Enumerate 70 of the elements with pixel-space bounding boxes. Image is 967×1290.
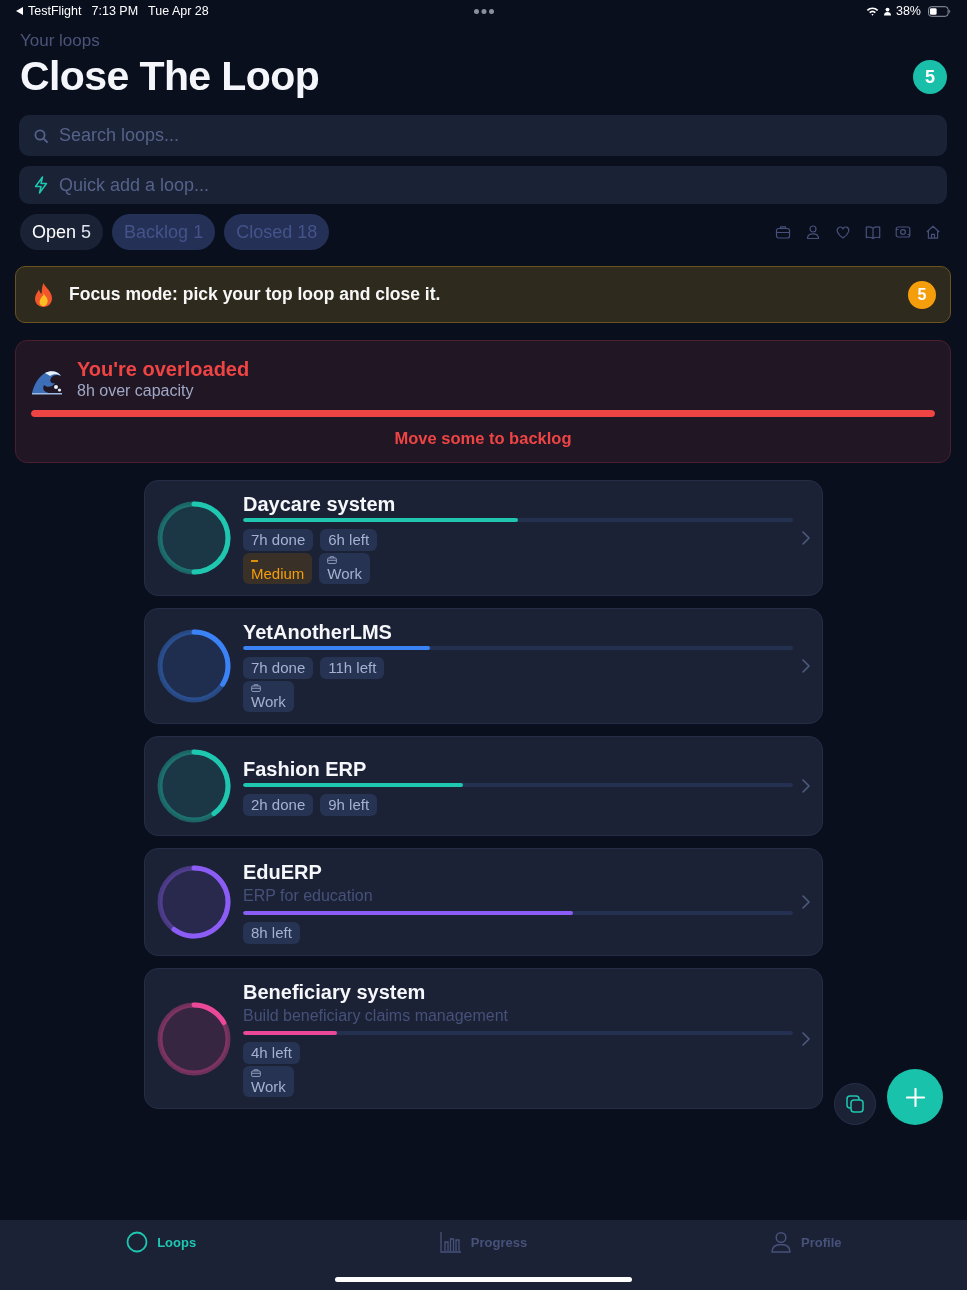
- book-icon[interactable]: [865, 224, 881, 240]
- page-title: Close The Loop: [20, 52, 320, 100]
- search-icon: [34, 129, 48, 143]
- briefcase-icon: [251, 1069, 261, 1077]
- loop-card[interactable]: Beneficiary system Build beneficiary claims management 4h left Work: [144, 968, 823, 1109]
- loop-name: Beneficiary system: [243, 980, 427, 1004]
- hours-chip: 7h done: [243, 529, 314, 551]
- more-dots-icon[interactable]: [473, 8, 494, 14]
- heart-icon[interactable]: [835, 224, 851, 240]
- filter-tab[interactable]: Open 5: [20, 214, 104, 250]
- hours-chip: 8h left: [243, 922, 300, 944]
- category-label: Work: [251, 1078, 286, 1095]
- overload-title: You're overloaded: [77, 357, 250, 381]
- lightning-icon: [34, 176, 48, 194]
- status-time: 7:13 PM: [91, 4, 139, 18]
- dash-icon: [251, 560, 258, 562]
- chevron-right-icon: [802, 779, 810, 793]
- loop-name: YetAnotherLMS: [243, 620, 393, 644]
- hours-chip: 6h left: [320, 529, 378, 551]
- loop-card[interactable]: Fashion ERP 2h done 9h left: [144, 736, 823, 836]
- battery-icon: [928, 5, 951, 17]
- wifi-icon: [865, 6, 879, 16]
- loop-card[interactable]: YetAnotherLMS 7h done 11h left Work: [144, 608, 823, 724]
- hours-chip: 2h done: [243, 793, 314, 816]
- hours-chip: 7h done: [243, 657, 314, 679]
- loop-name: EduERP: [243, 860, 323, 884]
- person-icon: [883, 6, 891, 16]
- copy-icon: [846, 1095, 864, 1113]
- back-arrow-icon[interactable]: [16, 7, 23, 15]
- bar-chart-icon: [439, 1231, 462, 1253]
- move-to-backlog-button[interactable]: Move some to backlog: [394, 428, 572, 448]
- count-badge: 5: [908, 280, 936, 309]
- briefcase-icon: [327, 556, 338, 564]
- status-date: Tue Apr 28: [148, 4, 209, 18]
- overload-detail: 8h over capacity: [77, 381, 195, 401]
- person-icon[interactable]: [805, 224, 821, 240]
- circle-icon: [126, 1231, 149, 1253]
- home-icon[interactable]: [925, 224, 941, 240]
- page-subtitle: Your loops: [20, 30, 101, 52]
- hours-chip: 11h left: [320, 657, 385, 679]
- loop-name: Fashion ERP: [243, 756, 368, 781]
- duplicate-button[interactable]: [834, 1083, 876, 1125]
- plus-icon: [905, 1087, 925, 1107]
- banknote-icon[interactable]: [895, 224, 911, 240]
- category-label: Work: [327, 565, 363, 582]
- chevron-right-icon: [802, 531, 810, 545]
- battery-percent: 38%: [895, 4, 921, 18]
- count-badge: 5: [913, 60, 947, 94]
- priority-label: Medium: [251, 565, 305, 582]
- category-label: Work: [251, 693, 286, 710]
- fire-icon: [33, 281, 54, 308]
- loop-card[interactable]: EduERP ERP for education 8h left: [144, 848, 823, 956]
- hours-chip: 4h left: [243, 1042, 300, 1064]
- search-field[interactable]: Search loops...: [19, 115, 947, 156]
- loop-name: Daycare system: [243, 492, 397, 516]
- loop-description: ERP for education: [243, 886, 374, 906]
- loop-description: Build beneficiary claims management: [243, 1006, 509, 1026]
- person-icon: [770, 1231, 793, 1253]
- focus-message: Focus mode: pick your top loop and close it.: [69, 284, 442, 305]
- back-link[interactable]: TestFlight: [28, 4, 82, 18]
- briefcase-icon[interactable]: [775, 224, 791, 240]
- loop-card[interactable]: Daycare system 7h done 6h left Medium Work: [144, 480, 823, 596]
- chevron-right-icon: [802, 1031, 810, 1046]
- briefcase-icon: [251, 684, 261, 692]
- chevron-right-icon: [802, 659, 810, 673]
- chevron-right-icon: [802, 895, 810, 909]
- quick-add-field[interactable]: Quick add a loop...: [19, 166, 947, 204]
- add-loop-button[interactable]: [887, 1069, 943, 1125]
- hours-chip: 9h left: [320, 793, 378, 816]
- nav-tab[interactable]: Loops: [126, 1231, 197, 1253]
